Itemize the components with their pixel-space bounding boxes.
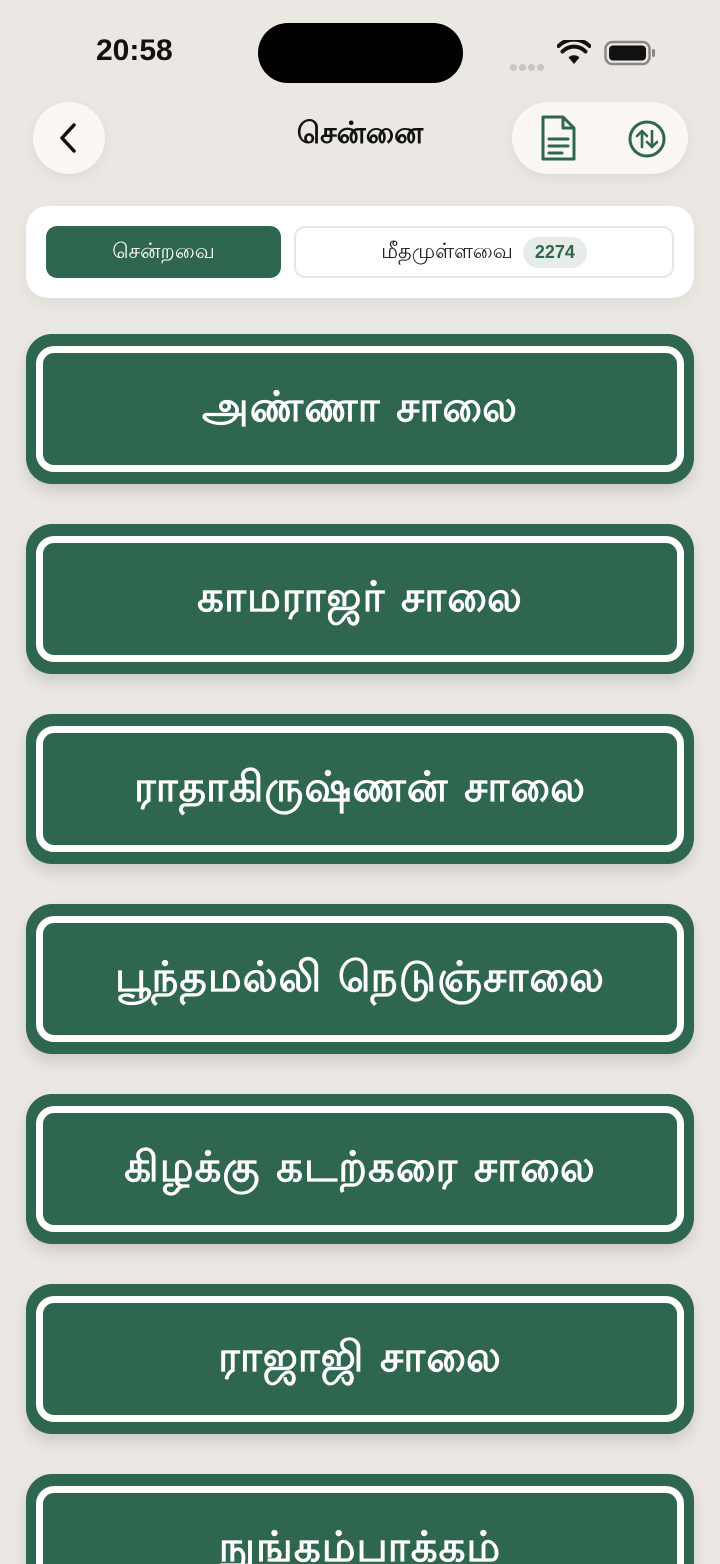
sign-border: அண்ணா சாலை [36, 346, 684, 472]
street-sign[interactable]: நுங்கம்பாக்கம் [26, 1474, 694, 1564]
street-name: நுங்கம்பாக்கம் [218, 1521, 502, 1564]
street-name: கிழக்கு கடற்கரை சாலை [124, 1141, 596, 1191]
street-name: ராதாகிருஷ்ணன் சாலை [134, 761, 586, 811]
street-sign[interactable]: கிழக்கு கடற்கரை சாலை [26, 1094, 694, 1244]
document-icon [541, 115, 576, 161]
sort-arrows-icon [628, 120, 666, 158]
header-actions [512, 102, 688, 174]
back-button[interactable] [33, 102, 105, 174]
sign-border: நுங்கம்பாக்கம் [36, 1486, 684, 1564]
street-sign[interactable]: பூந்தமல்லி நெடுஞ்சாலை [26, 904, 694, 1054]
street-sign[interactable]: காமராஜர் சாலை [26, 524, 694, 674]
street-sign[interactable]: அண்ணா சாலை [26, 334, 694, 484]
tab-remaining-label: மீதமுள்ளவை [381, 238, 513, 263]
sign-border: கிழக்கு கடற்கரை சாலை [36, 1106, 684, 1232]
sign-border: ராஜாஜி சாலை [36, 1296, 684, 1422]
dynamic-island [258, 23, 463, 83]
tab-remaining[interactable]: மீதமுள்ளவை 2274 [294, 226, 674, 278]
document-button[interactable] [534, 114, 582, 162]
cellular-signal-icon [510, 56, 548, 71]
wifi-icon [557, 40, 591, 64]
street-sign[interactable]: ராஜாஜி சாலை [26, 1284, 694, 1434]
sort-button[interactable] [624, 116, 670, 162]
street-sign[interactable]: ராதாகிருஷ்ணன் சாலை [26, 714, 694, 864]
segmented-control: சென்றவை மீதமுள்ளவை 2274 [26, 206, 694, 298]
battery-icon [604, 40, 655, 66]
sign-border: ராதாகிருஷ்ணன் சாலை [36, 726, 684, 852]
remaining-count-badge: 2274 [522, 236, 587, 268]
tab-visited-label: சென்றவை [112, 238, 215, 263]
back-chevron-icon [60, 123, 76, 153]
street-name: அண்ணா சாலை [202, 381, 518, 431]
street-name: காமராஜர் சாலை [197, 571, 523, 621]
tab-visited[interactable]: சென்றவை [46, 226, 281, 278]
street-name: ராஜாஜி சாலை [218, 1331, 502, 1381]
sign-border: பூந்தமல்லி நெடுஞ்சாலை [36, 916, 684, 1042]
page-title: சென்னை [296, 116, 424, 151]
status-time: 20:58 [96, 34, 173, 67]
street-name: பூந்தமல்லி நெடுஞ்சாலை [115, 951, 605, 1001]
status-bar: 20:58 [0, 0, 720, 100]
sign-border: காமராஜர் சாலை [36, 536, 684, 662]
